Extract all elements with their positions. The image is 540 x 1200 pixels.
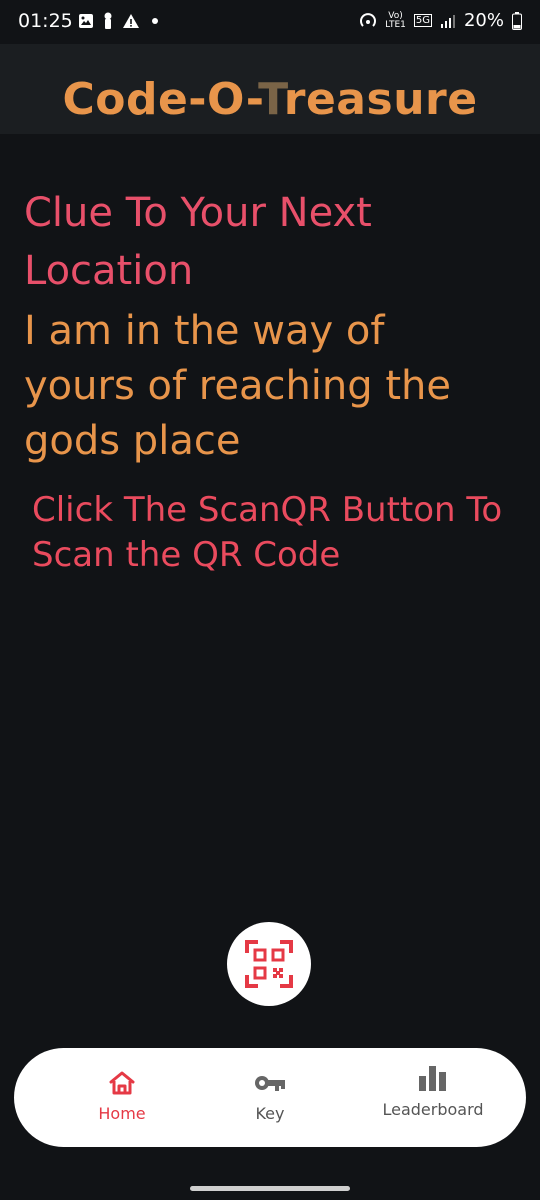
bottom-nav: Home Key Leaderboard: [14, 1048, 526, 1147]
battery-icon: [512, 11, 522, 30]
signal-icon: [440, 14, 455, 28]
network-5g: 5G: [413, 14, 432, 27]
status-notification-icons: [78, 12, 158, 30]
nav-label-home: Home: [98, 1104, 146, 1123]
dot-icon: [152, 18, 158, 24]
status-bar: 01:25 Vo) LTE1 5G 20%: [0, 0, 540, 44]
hotspot-icon: [360, 12, 377, 27]
key-icon: [255, 1076, 285, 1091]
battery-percent: 20%: [463, 10, 504, 31]
clue-text: I am in the way of yours of reaching the…: [24, 308, 452, 464]
leaderboard-icon: [419, 1066, 446, 1091]
network-volte: Vo) LTE1: [385, 10, 406, 30]
scan-instruction: Click The ScanQR Button To Scan the QR C…: [32, 490, 503, 575]
nav-label-leaderboard: Leaderboard: [382, 1100, 484, 1119]
lock-person-icon: [104, 12, 112, 29]
nav-label-key: Key: [255, 1104, 285, 1123]
nav-item-leaderboard[interactable]: Leaderboard: [358, 1064, 508, 1119]
nav-item-home[interactable]: Home: [47, 1070, 197, 1123]
gesture-handle[interactable]: [190, 1186, 350, 1191]
gallery-icon: [79, 14, 93, 28]
clue-heading: Clue To Your Next Location: [24, 190, 372, 294]
status-system-icons: Vo) LTE1 5G 20%: [359, 10, 522, 31]
nav-item-key[interactable]: Key: [195, 1070, 345, 1123]
qr-code-scan-icon: [245, 940, 293, 988]
scan-qr-button[interactable]: [227, 922, 311, 1006]
app-bar: Code-O-Treasure: [0, 44, 540, 134]
app-title: Code-O-Treasure: [62, 74, 478, 125]
status-time: 01:25: [18, 10, 73, 32]
warning-icon: [123, 14, 139, 28]
home-icon: [109, 1071, 135, 1095]
